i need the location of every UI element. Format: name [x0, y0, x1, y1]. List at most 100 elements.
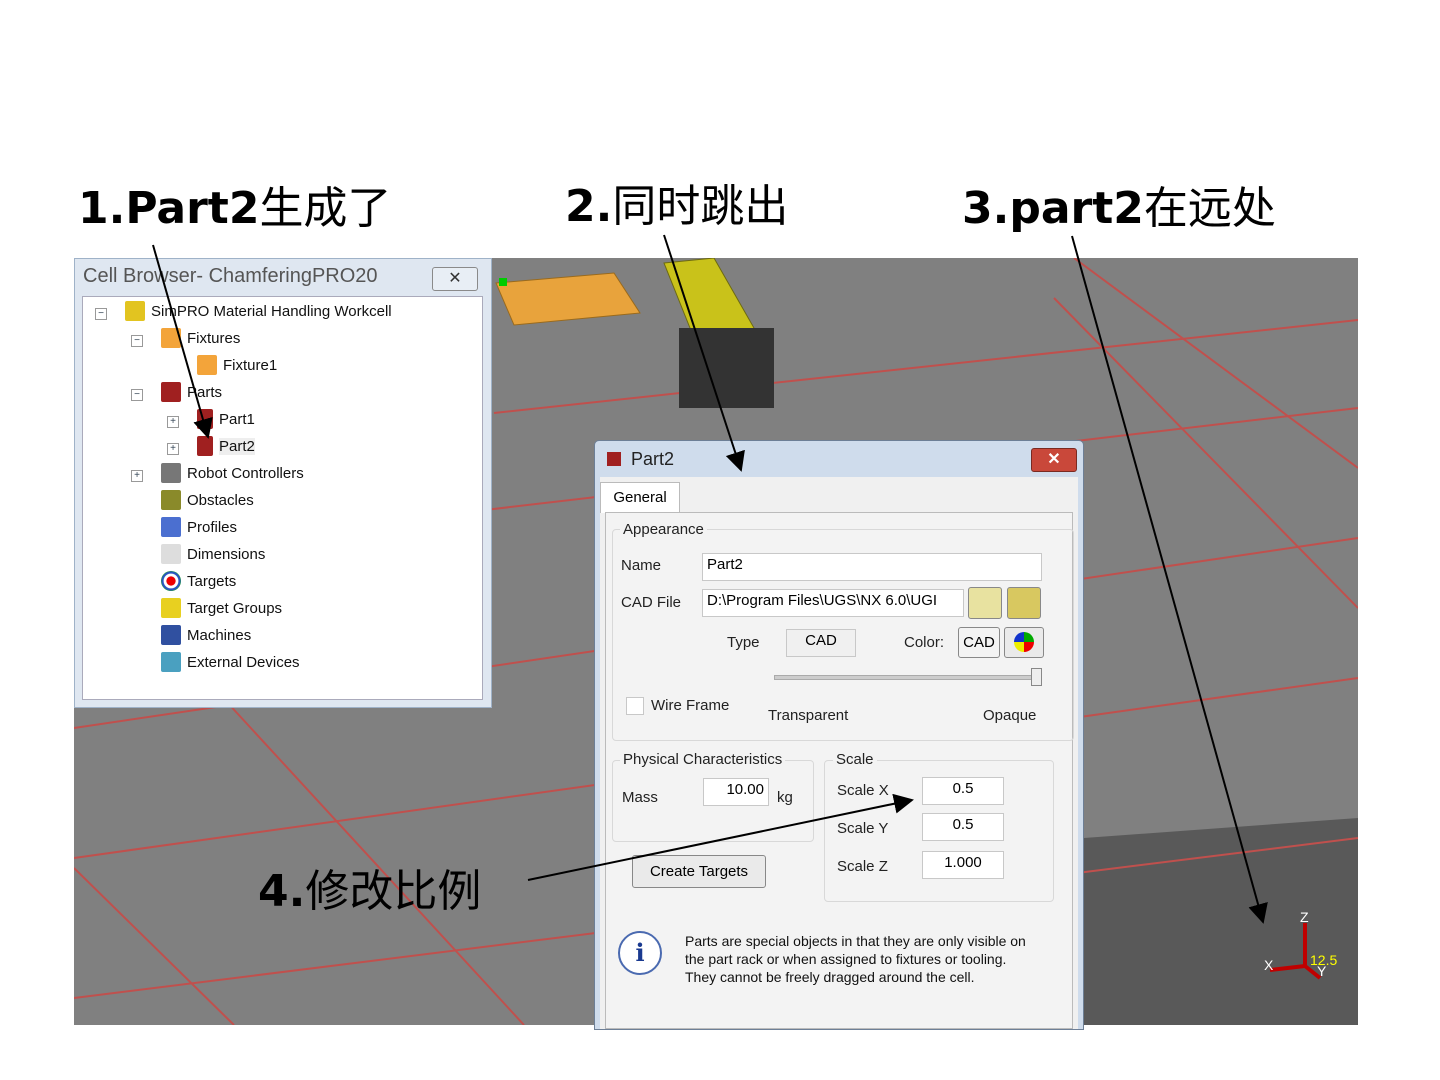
- tree-item-parts[interactable]: Parts: [161, 382, 222, 402]
- annotation-3-text: 在远处: [1143, 183, 1276, 234]
- scale-z-label: Scale Z: [837, 858, 888, 875]
- collapse-icon[interactable]: −: [131, 389, 143, 401]
- part2-dialog: Part2 ✕ General Appearance Name Part2 CA…: [594, 440, 1084, 1030]
- scale-y-label: Scale Y: [837, 820, 889, 837]
- physical-label: Physical Characteristics: [620, 751, 786, 768]
- annotation-4-num: 4.: [258, 866, 306, 917]
- scale-z-input[interactable]: 1.000: [922, 851, 1004, 879]
- tree-label: External Devices: [187, 653, 300, 671]
- controller-icon: [161, 463, 181, 483]
- appearance-label: Appearance: [620, 521, 707, 538]
- tree-item-robot-controllers[interactable]: Robot Controllers: [161, 463, 304, 483]
- tree-item-machines[interactable]: Machines: [161, 625, 251, 645]
- annotation-2: 2.同时跳出: [565, 170, 788, 234]
- annotation-4-text: 修改比例: [305, 866, 482, 917]
- mass-input[interactable]: 10.00: [703, 778, 769, 806]
- dialog-title: Part2: [631, 449, 675, 469]
- fixtures-icon: [161, 328, 181, 348]
- svg-text:X: X: [1264, 957, 1274, 973]
- cad-file-label: CAD File: [621, 594, 682, 611]
- tree-label: Robot Controllers: [187, 464, 304, 482]
- dimensions-icon: [161, 544, 181, 564]
- color-wheel-icon: [1014, 632, 1034, 652]
- svg-text:12.5: 12.5: [1310, 952, 1337, 968]
- close-button[interactable]: ✕: [432, 267, 478, 291]
- tree-label: Target Groups: [187, 599, 283, 617]
- tree-item-part1[interactable]: Part1: [197, 409, 255, 429]
- slider-thumb[interactable]: [1031, 668, 1042, 686]
- annotation-2-num: 2.: [565, 181, 613, 232]
- close-button[interactable]: ✕: [1031, 448, 1077, 472]
- collapse-icon[interactable]: −: [131, 335, 143, 347]
- wire-frame-checkbox[interactable]: [626, 697, 644, 715]
- tab-general[interactable]: General: [600, 482, 680, 513]
- parts-icon: [161, 382, 181, 402]
- annotation-3-num: 3.part2: [962, 183, 1144, 234]
- tree-item-fixture1[interactable]: Fixture1: [197, 355, 277, 375]
- create-targets-button[interactable]: Create Targets: [632, 855, 766, 888]
- annotation-2-text: 同时跳出: [612, 181, 789, 232]
- machines-icon: [161, 625, 181, 645]
- workcell-icon: [125, 301, 145, 321]
- cell-browser-title: Cell Browser- ChamferingPRO20: [83, 265, 378, 287]
- tree-item-part2[interactable]: Part2: [197, 436, 255, 456]
- robot-base: [679, 328, 774, 408]
- tree-item-targets[interactable]: Targets: [161, 571, 236, 591]
- tree-label: Fixture1: [223, 356, 278, 374]
- fixture-icon: [197, 355, 217, 375]
- tree-label: Parts: [187, 383, 223, 401]
- transparent-label: Transparent: [768, 707, 849, 724]
- tree-label: SimPRO Material Handling Workcell: [151, 302, 392, 320]
- mass-unit: kg: [777, 789, 793, 806]
- expand-icon[interactable]: +: [167, 416, 179, 428]
- external-devices-icon: [161, 652, 181, 672]
- color-cad-button[interactable]: CAD: [958, 627, 1000, 658]
- tree-item-target-groups[interactable]: Target Groups: [161, 598, 282, 618]
- color-label: Color:: [904, 634, 945, 651]
- annotation-1-text: 生成了: [259, 183, 392, 234]
- tree-label: Part2: [219, 437, 255, 455]
- opacity-slider[interactable]: [774, 668, 1042, 686]
- tree-label: Dimensions: [187, 545, 266, 563]
- target-icon: [161, 571, 181, 591]
- cad-import-button[interactable]: [1007, 587, 1041, 619]
- cell-tree: − SimPRO Material Handling Workcell − Fi…: [82, 296, 483, 700]
- tree-item-external-devices[interactable]: External Devices: [161, 652, 300, 672]
- tree-item-profiles[interactable]: Profiles: [161, 517, 237, 537]
- opaque-label: Opaque: [983, 707, 1037, 724]
- info-text: Parts are special objects in that they a…: [685, 933, 1026, 985]
- info-icon: i: [618, 931, 662, 975]
- type-value: CAD: [786, 629, 856, 657]
- annotation-4: 4.修改比例: [258, 855, 481, 919]
- type-label: Type: [727, 634, 760, 651]
- tree-item-obstacles[interactable]: Obstacles: [161, 490, 254, 510]
- tree-item-workcell[interactable]: SimPRO Material Handling Workcell: [125, 301, 392, 321]
- tree-label: Machines: [187, 626, 252, 644]
- annotation-1: 1.Part2生成了: [78, 172, 391, 236]
- tree-label: Obstacles: [187, 491, 254, 509]
- part-icon: [197, 409, 213, 429]
- scale-x-input[interactable]: 0.5: [922, 777, 1004, 805]
- name-label: Name: [621, 557, 662, 574]
- wire-frame-label: Wire Frame: [651, 697, 730, 714]
- tree-item-dimensions[interactable]: Dimensions: [161, 544, 265, 564]
- expand-icon[interactable]: +: [167, 443, 179, 455]
- profiles-icon: [161, 517, 181, 537]
- tree-label: Targets: [187, 572, 237, 590]
- browse-folder-button[interactable]: [968, 587, 1002, 619]
- tree-label: Fixtures: [187, 329, 241, 347]
- name-input[interactable]: Part2: [702, 553, 1042, 581]
- annotation-1-num: 1.Part2: [78, 183, 260, 234]
- part-icon: [607, 452, 621, 466]
- scale-y-input[interactable]: 0.5: [922, 813, 1004, 841]
- annotation-3: 3.part2在远处: [962, 172, 1276, 236]
- tree-item-fixtures[interactable]: Fixtures: [161, 328, 240, 348]
- collapse-icon[interactable]: −: [95, 308, 107, 320]
- expand-icon[interactable]: +: [131, 470, 143, 482]
- tree-label: Profiles: [187, 518, 238, 536]
- scale-x-label: Scale X: [837, 782, 889, 799]
- color-picker-button[interactable]: [1004, 627, 1044, 658]
- cad-file-input[interactable]: D:\Program Files\UGS\NX 6.0\UGI: [702, 589, 964, 617]
- obstacles-icon: [161, 490, 181, 510]
- tree-label: Part1: [219, 410, 255, 428]
